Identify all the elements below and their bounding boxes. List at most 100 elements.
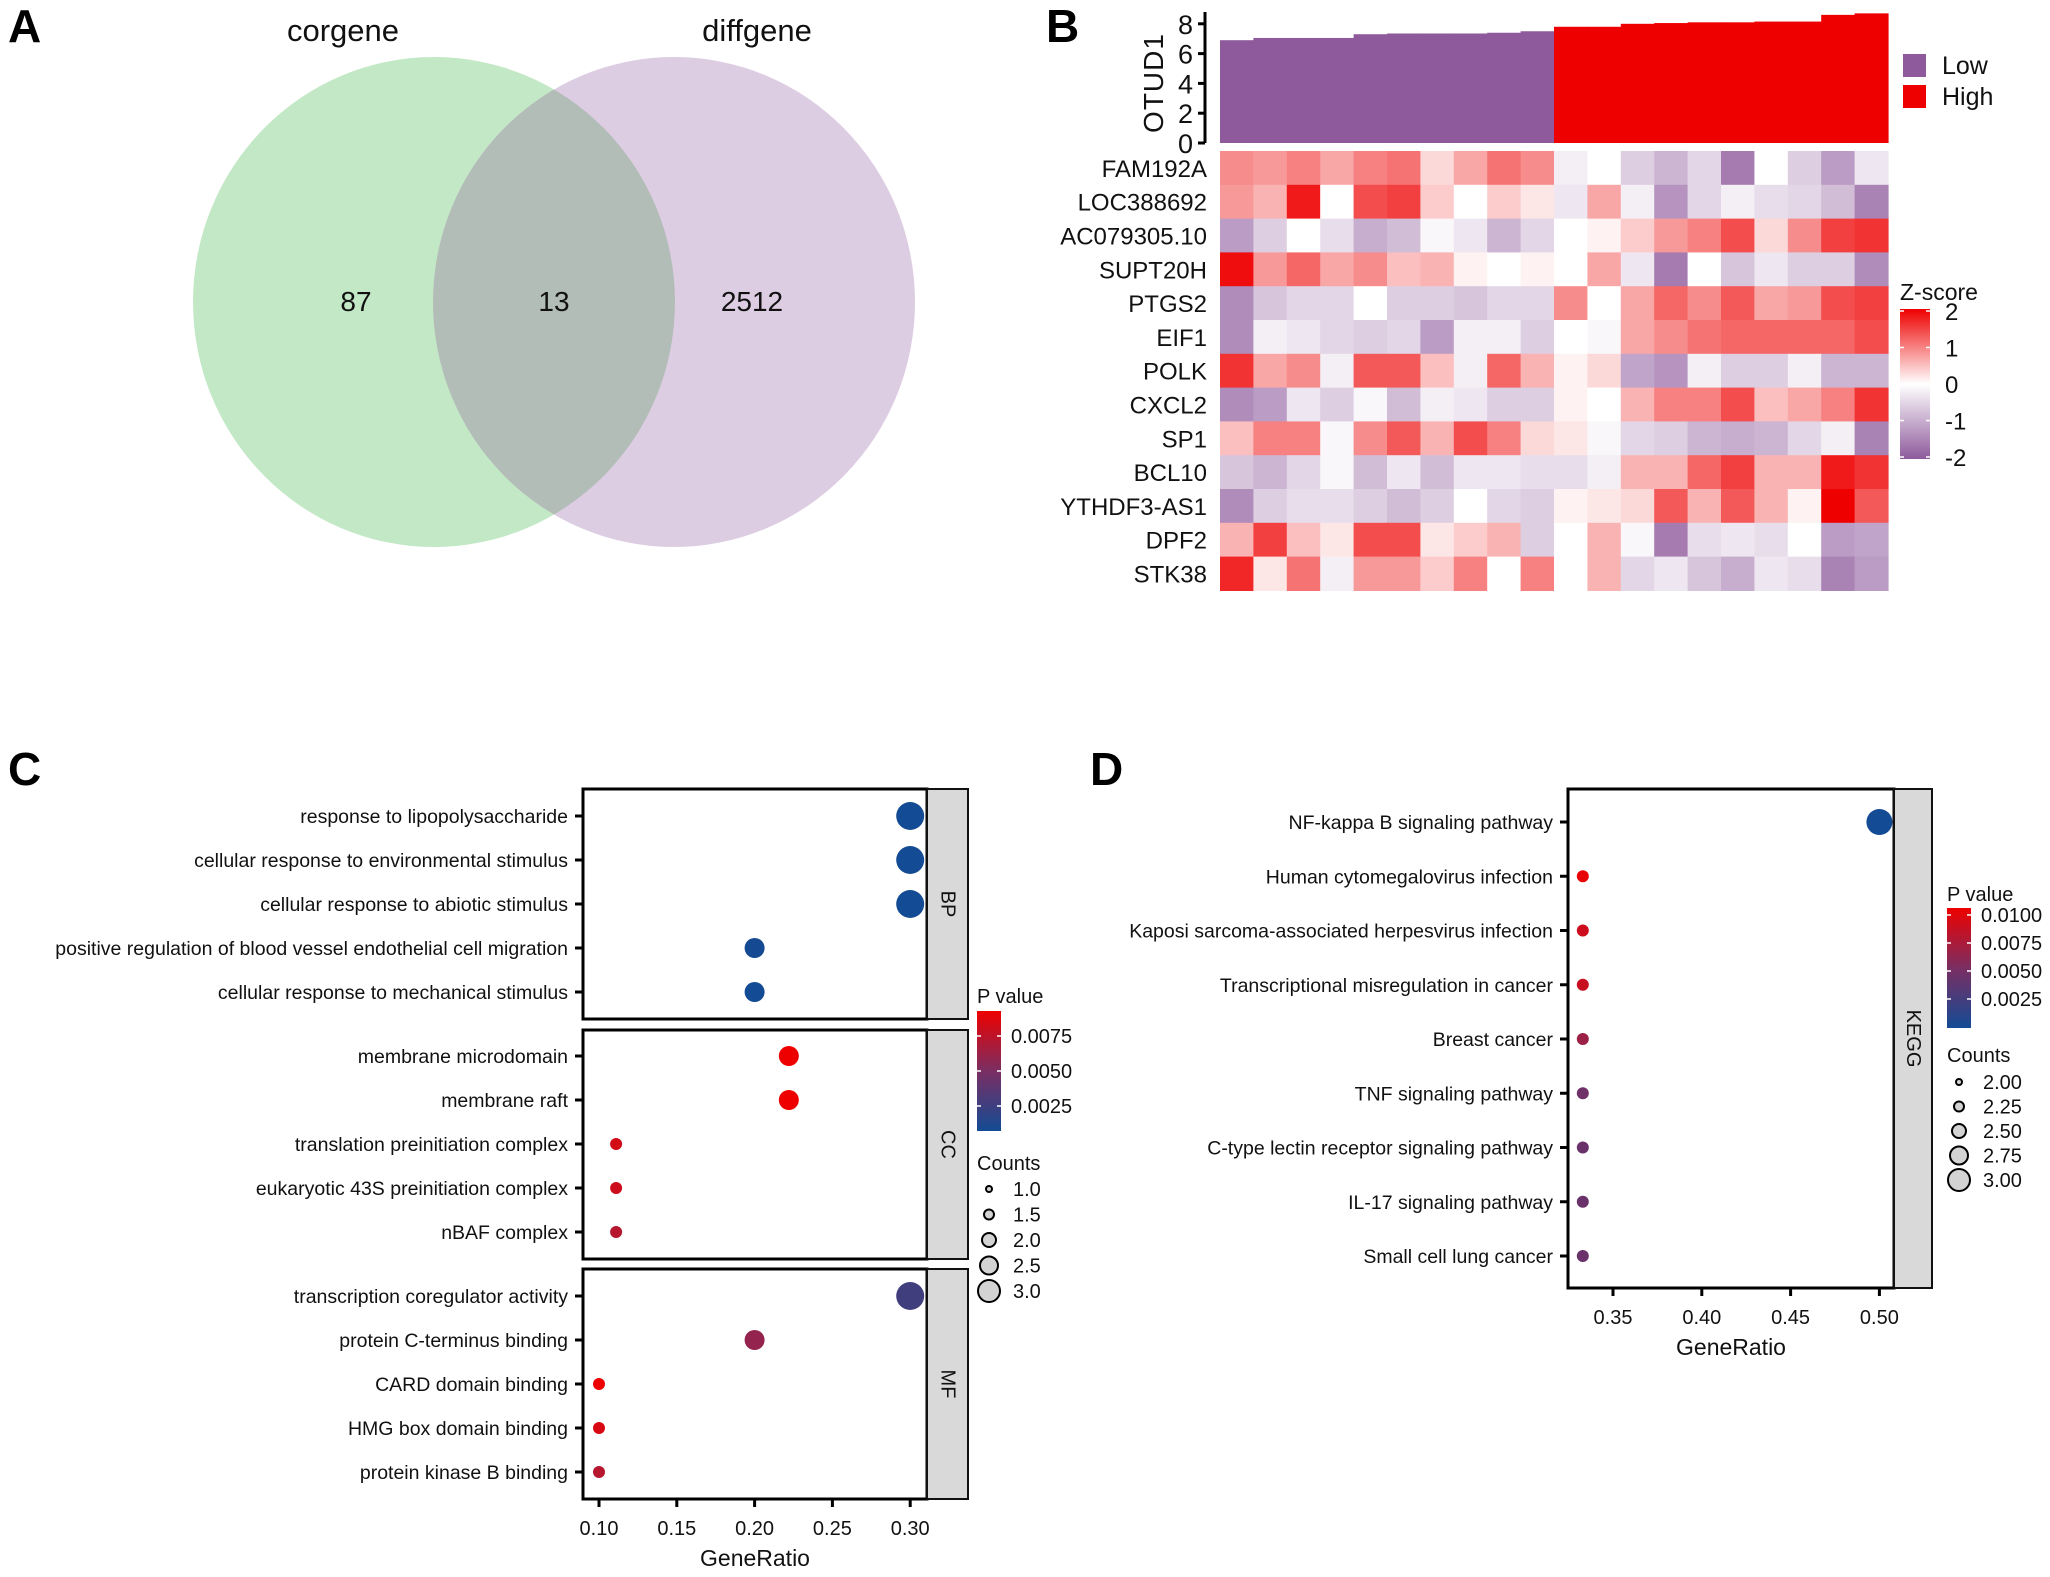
heatmap-cell bbox=[1620, 320, 1655, 355]
heatmap-cell bbox=[1320, 455, 1355, 490]
heatmap-cell bbox=[1787, 184, 1822, 220]
heatmap-cell bbox=[1620, 522, 1655, 558]
heatmap-cell bbox=[1554, 218, 1588, 253]
heatmap-cell bbox=[1420, 286, 1455, 321]
heatmap-cell bbox=[1620, 286, 1655, 321]
facet-cc: CC membrane microdomain membrane raft trans… bbox=[256, 1028, 969, 1261]
heatmap-cell bbox=[1353, 489, 1388, 524]
heatmap-cell bbox=[1854, 184, 1889, 220]
heatmap-cell bbox=[1420, 184, 1455, 220]
term-label: protein C-terminus binding bbox=[339, 1330, 568, 1352]
heatmap-cell bbox=[1353, 421, 1388, 456]
heatmap-cell bbox=[1854, 252, 1889, 287]
heatmap-cell bbox=[1253, 286, 1288, 321]
counts-legend-circle bbox=[1947, 1168, 1971, 1192]
data-point bbox=[1576, 1033, 1589, 1045]
heatmap-cell bbox=[1687, 522, 1722, 558]
heatmap-cell bbox=[1620, 218, 1655, 253]
heatmap-cell bbox=[1487, 252, 1522, 287]
heatmap-cell bbox=[1854, 522, 1889, 558]
heatmap-cell bbox=[1353, 286, 1388, 321]
heatmap-cell bbox=[1821, 387, 1856, 422]
go-dotplot-panel: BP response to lipopolysaccharide cellular… bbox=[55, 787, 1072, 1571]
heatmap-cell bbox=[1320, 353, 1355, 389]
group-legend: Low High bbox=[1903, 52, 1993, 111]
x-axis-title: GeneRatio bbox=[1676, 1334, 1786, 1360]
heatmap-cell bbox=[1420, 556, 1455, 591]
counts-legend-title: Counts bbox=[1947, 1045, 2010, 1067]
heatmap-cell bbox=[1620, 556, 1655, 591]
heatmap-cell bbox=[1387, 421, 1421, 456]
heatmap-cell bbox=[1554, 353, 1588, 389]
heatmap-cell bbox=[1821, 151, 1856, 186]
heatmap-cell bbox=[1787, 218, 1822, 253]
term-label: NF-kappa B signaling pathway bbox=[1289, 812, 1554, 834]
heatmap-cell bbox=[1320, 252, 1355, 287]
heatmap-cell bbox=[1654, 489, 1689, 524]
counts-legend-label: 3.0 bbox=[1013, 1281, 1041, 1303]
heatmap-cell bbox=[1587, 421, 1622, 456]
heatmap-cell bbox=[1420, 151, 1455, 186]
heatmap-cell bbox=[1253, 421, 1288, 456]
heatmap-cell bbox=[1253, 184, 1288, 220]
heatmap-cell bbox=[1353, 556, 1388, 591]
counts-legend-circle bbox=[979, 1255, 999, 1276]
heatmap-cell bbox=[1787, 320, 1822, 355]
heatmap-cell bbox=[1487, 387, 1522, 422]
heatmap-cell bbox=[1754, 455, 1789, 490]
heatmap-cell bbox=[1453, 455, 1488, 490]
heatmap-cell bbox=[1353, 320, 1388, 355]
heatmap-cell bbox=[1387, 353, 1421, 389]
counts-legend-circle bbox=[1951, 1123, 1967, 1139]
heatmap-cell bbox=[1420, 421, 1455, 456]
heatmap-cell bbox=[1220, 218, 1254, 253]
heatmap-cell bbox=[1387, 252, 1421, 287]
venn-diagram: corgene diffgene 87 13 2512 bbox=[193, 13, 915, 547]
heatmap-cell bbox=[1453, 184, 1488, 220]
heatmap-cell bbox=[1821, 184, 1856, 220]
pvalue-tick-label: 0.0050 bbox=[1011, 1061, 1072, 1083]
x-tick-label: 0.35 bbox=[1594, 1307, 1633, 1329]
heatmap-cell bbox=[1821, 421, 1856, 456]
heatmap-cell bbox=[1220, 455, 1254, 490]
heatmap-cell bbox=[1487, 455, 1522, 490]
heatmap-cell bbox=[1453, 387, 1488, 422]
heatmap-cell bbox=[1453, 522, 1488, 558]
heatmap-cell bbox=[1387, 387, 1421, 422]
heatmap-cell bbox=[1587, 556, 1622, 591]
zscore-tick-label: 0 bbox=[1945, 372, 1958, 399]
heatmap-cell bbox=[1554, 252, 1588, 287]
heatmap-cell bbox=[1821, 252, 1856, 287]
term-label: C-type lectin receptor signaling pathway bbox=[1207, 1138, 1553, 1160]
heatmap-cell bbox=[1787, 286, 1822, 321]
heatmap-cell bbox=[1253, 556, 1288, 591]
heatmap-cell bbox=[1554, 421, 1588, 456]
heatmap-cell bbox=[1587, 286, 1622, 321]
term-label: HMG box domain binding bbox=[348, 1418, 568, 1440]
heatmap-row-label: POLK bbox=[1143, 359, 1207, 386]
heatmap-cell bbox=[1320, 421, 1355, 456]
otud1-bar bbox=[1520, 31, 1555, 143]
heatmap-cell bbox=[1721, 489, 1755, 524]
heatmap-cell bbox=[1286, 556, 1321, 591]
heatmap-cell bbox=[1220, 184, 1254, 220]
counts-legend-circle bbox=[1949, 1145, 1969, 1166]
legend-label-low: Low bbox=[1942, 52, 1989, 80]
heatmap-cell bbox=[1620, 489, 1655, 524]
heatmap-cell bbox=[1587, 455, 1622, 490]
data-point bbox=[744, 938, 765, 958]
otud1-bar bbox=[1387, 33, 1421, 143]
heatmap-cell bbox=[1487, 489, 1522, 524]
term-label: cellular response to environmental stimu… bbox=[194, 850, 568, 872]
heatmap-cell bbox=[1587, 252, 1622, 287]
x-axis-title: GeneRatio bbox=[700, 1545, 810, 1571]
figure: A B C D corgene diffgene 87 13 2512 0246… bbox=[8, 0, 2042, 1571]
heatmap-cell bbox=[1420, 489, 1455, 524]
heatmap-cell bbox=[1687, 151, 1722, 186]
heatmap-cell bbox=[1353, 252, 1388, 287]
heatmap-cell bbox=[1453, 252, 1488, 287]
pvalue-tick-label: 0.0050 bbox=[1981, 961, 2042, 983]
term-label: Human cytomegalovirus infection bbox=[1266, 866, 1553, 888]
heatmap-cell bbox=[1754, 489, 1789, 524]
otud1-bar bbox=[1687, 22, 1722, 144]
